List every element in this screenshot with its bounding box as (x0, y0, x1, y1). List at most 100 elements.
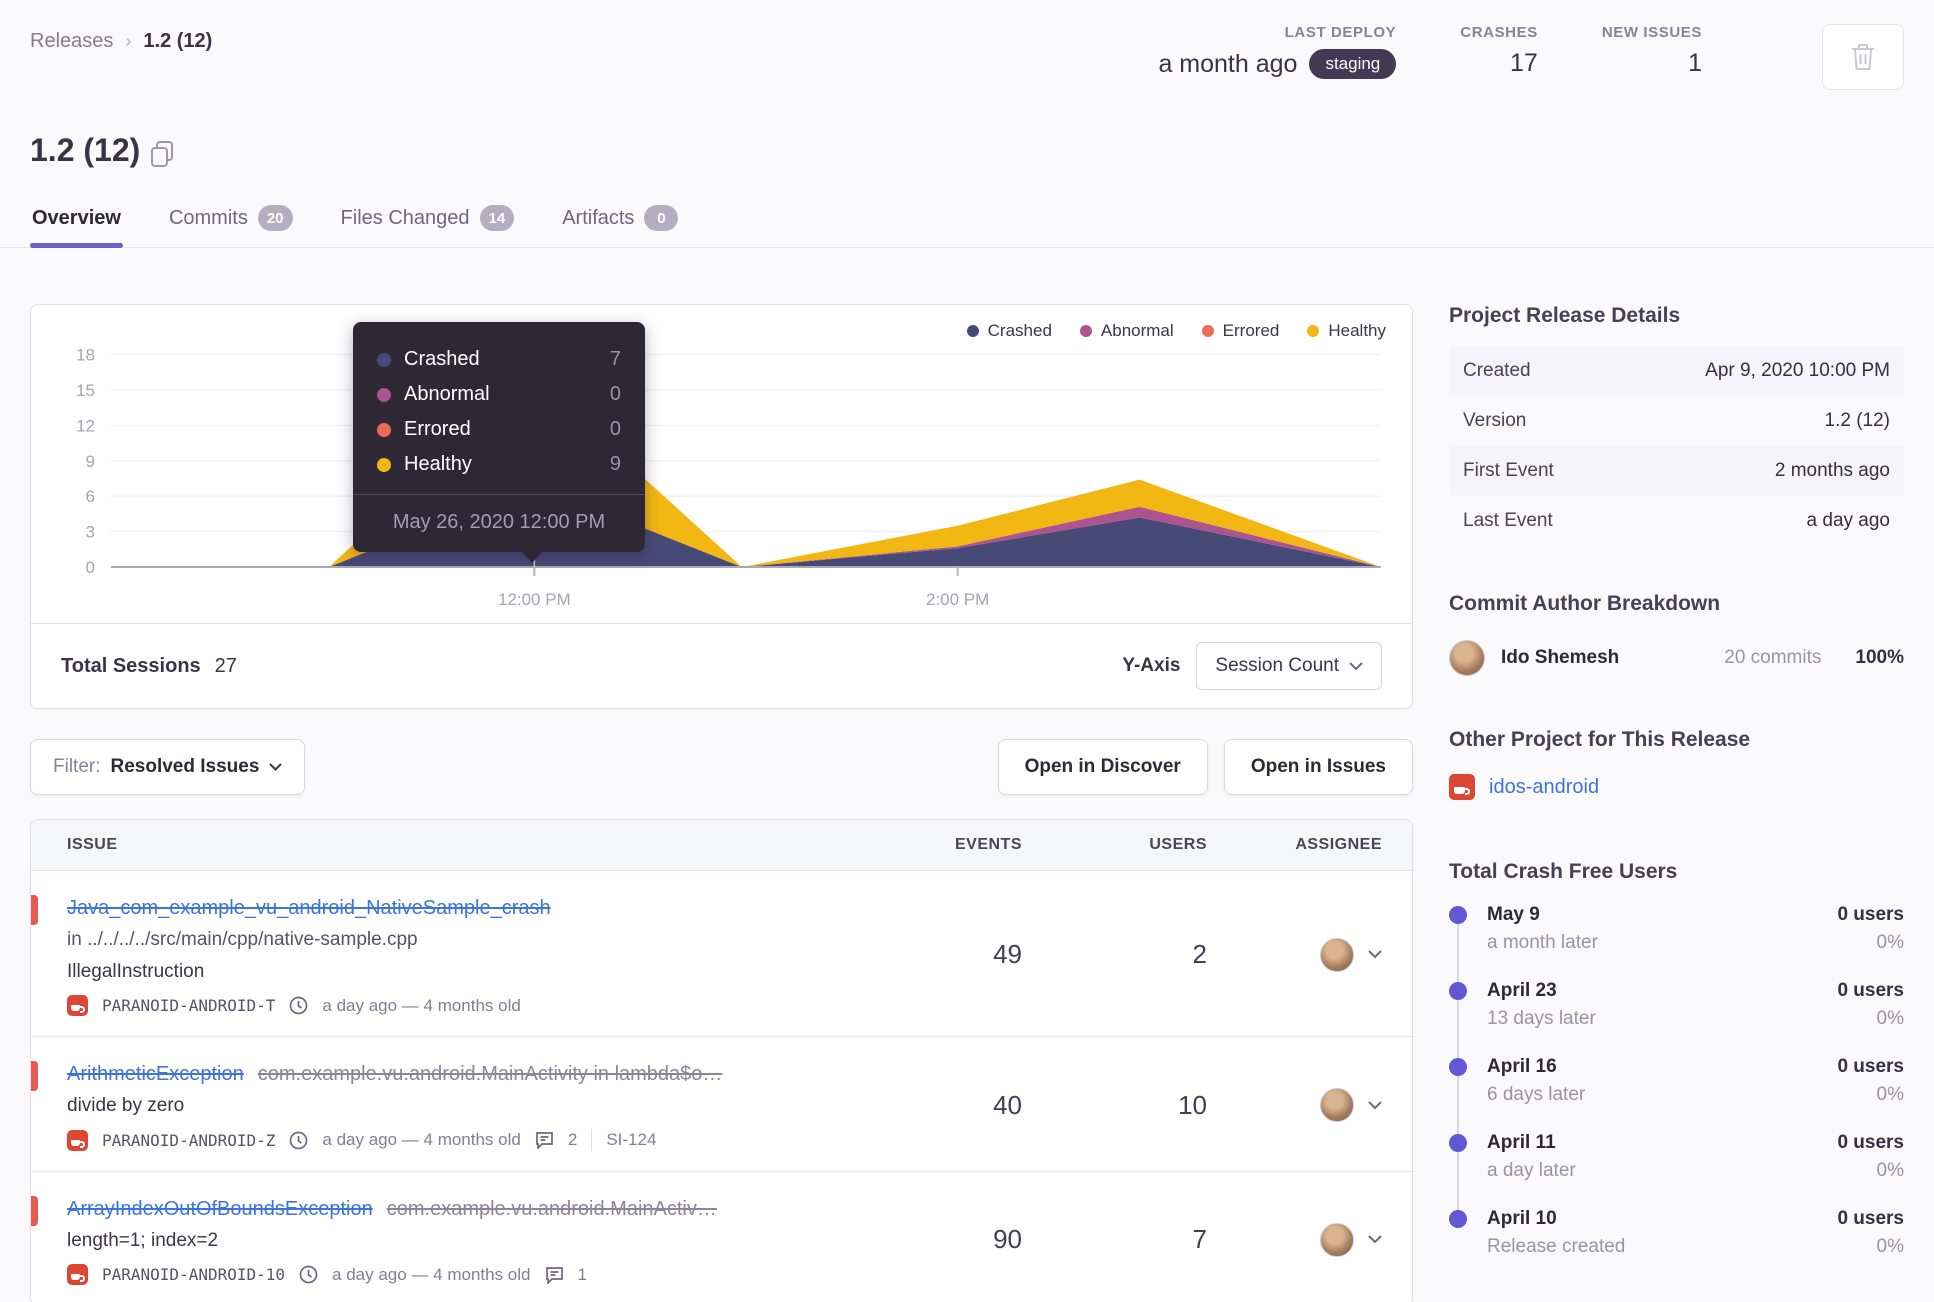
stat-crashes: CRASHES 17 (1460, 24, 1538, 78)
timeline-users: 0 users (1837, 1208, 1904, 1229)
issue-events-count: 90 (993, 1224, 1022, 1254)
timeline-date: April 11 (1487, 1132, 1556, 1153)
column-users: USERS (1149, 836, 1207, 853)
comments-count: 2 (567, 1130, 578, 1149)
issue-row: ArithmeticException com.example.vu.androi… (31, 1037, 1412, 1172)
last-deploy-value: a month ago (1158, 49, 1298, 78)
timeline-percent: 0% (1876, 1008, 1904, 1029)
issue-events-count: 40 (993, 1089, 1022, 1120)
assignee-dropdown-chevron-icon[interactable] (1368, 1100, 1382, 1110)
comments-count: 1 (577, 1264, 587, 1284)
assignee-avatar[interactable] (1320, 937, 1354, 972)
detail-label: First Event (1463, 460, 1554, 481)
tab-artifacts[interactable]: Artifacts 0 (560, 199, 680, 247)
assignee-avatar[interactable] (1320, 1088, 1354, 1122)
assignee-dropdown-chevron-icon[interactable] (1368, 1235, 1382, 1244)
chevron-down-icon (269, 763, 283, 771)
open-in-issues-button[interactable]: Open in Issues (1223, 739, 1413, 795)
tab-files-changed-count: 14 (479, 205, 515, 231)
legend-abnormal[interactable]: Abnormal (1079, 321, 1174, 341)
issue-message: length=1; index=2 (67, 1230, 219, 1251)
assignee-dropdown-chevron-icon[interactable] (1368, 950, 1382, 959)
open-in-discover-button[interactable]: Open in Discover (997, 739, 1208, 795)
detail-value: a day ago (1806, 510, 1890, 531)
legend-abnormal-label: Abnormal (1100, 321, 1174, 340)
issue-title-link[interactable]: Java_com_example_vu_android_NativeSample… (67, 897, 551, 919)
timeline-dot-icon (1449, 1058, 1467, 1076)
timeline-item: April 23 13 days later 0 users 0% (1449, 980, 1904, 1058)
issue-age: a day ago — 4 months old (322, 1130, 521, 1149)
chart-tooltip: Crashed 7 Abnormal 0 Errored 0 Healthy 9… (353, 322, 645, 563)
release-details-heading: Project Release Details (1449, 304, 1681, 327)
java-project-icon (67, 1264, 88, 1285)
last-deploy-label: LAST DEPLOY (1284, 24, 1397, 41)
author-commit-count: 20 commits (1724, 647, 1822, 668)
clock-icon (299, 1265, 318, 1284)
tooltip-abnormal-value: 0 (609, 383, 621, 405)
legend-errored[interactable]: Errored (1201, 321, 1279, 341)
detail-value: 1.2 (12) (1824, 410, 1890, 431)
author-avatar (1449, 640, 1485, 676)
timeline-date: April 23 (1487, 980, 1557, 1001)
svg-text:3: 3 (86, 523, 95, 542)
tooltip-row-healthy: Healthy 9 (377, 447, 621, 482)
timeline-item: April 11 a day later 0 users 0% (1449, 1132, 1904, 1210)
new-issues-value: 1 (1688, 49, 1702, 77)
tab-files-changed[interactable]: Files Changed 14 (339, 199, 517, 247)
timeline-users: 0 users (1837, 980, 1904, 1001)
y-axis-select[interactable]: Session Count (1196, 642, 1382, 690)
tab-overview-label: Overview (32, 206, 121, 229)
breadcrumb-releases-link[interactable]: Releases (30, 30, 113, 53)
timeline-percent: 0% (1876, 932, 1904, 953)
sessions-chart-svg[interactable]: 0 3 6 9 12 15 18 12:00 PM 2:00 PM (31, 305, 1412, 623)
column-assignee: ASSIGNEE (1295, 836, 1382, 853)
other-project-row: idos-android (1449, 774, 1904, 800)
clock-icon (289, 1131, 308, 1150)
timeline-percent: 0% (1876, 1160, 1904, 1181)
svg-text:6: 6 (86, 487, 95, 506)
svg-text:0: 0 (86, 558, 95, 577)
issue-culprit-inline: com.example.vu.android.MainActiv… (386, 1198, 717, 1220)
tooltip-errored-label: Errored (404, 418, 471, 440)
page-header: Releases › 1.2 (12) LAST DEPLOY a month … (30, 0, 1904, 90)
legend-healthy[interactable]: Healthy (1307, 321, 1386, 341)
release-tabs: Overview Commits 20 Files Changed 14 Art… (0, 199, 1934, 248)
sessions-chart-card: 0 3 6 9 12 15 18 12:00 PM 2:00 PM Crashed Abnorm… (30, 304, 1413, 709)
tooltip-errored-value: 0 (609, 418, 621, 440)
y-axis-selected-value: Session Count (1215, 655, 1339, 676)
release-stats: LAST DEPLOY a month ago staging CRASHES … (1158, 24, 1904, 90)
issue-title-link[interactable]: ArrayIndexOutOfBoundsException (67, 1198, 373, 1220)
filter-label: Filter: (53, 756, 101, 777)
issue-row: ArrayIndexOutOfBoundsException com.exampl… (31, 1172, 1412, 1302)
timeline-caption: a day later (1487, 1160, 1576, 1181)
svg-text:15: 15 (76, 381, 95, 400)
abnormal-dot-icon (377, 387, 391, 402)
java-project-icon (1449, 774, 1475, 800)
filter-selected-value: Resolved Issues (110, 756, 260, 777)
breadcrumb-chevron-icon: › (125, 31, 132, 51)
detail-value: 2 months ago (1774, 460, 1890, 481)
issue-title-link[interactable]: ArithmeticException (67, 1063, 244, 1085)
errored-dot-icon (377, 422, 391, 437)
error-level-indicator (31, 895, 38, 925)
tab-commits[interactable]: Commits 20 (167, 199, 295, 247)
project-slug: PARANOID-ANDROID-T (102, 996, 276, 1015)
healthy-dot-icon (377, 457, 391, 472)
issue-users-count: 7 (1192, 1224, 1207, 1254)
assignee-avatar[interactable] (1320, 1222, 1354, 1257)
crashed-dot-icon (377, 352, 391, 367)
delete-release-button[interactable] (1822, 24, 1904, 90)
tab-artifacts-label: Artifacts (562, 206, 635, 229)
filter-dropdown[interactable]: Filter: Resolved Issues (30, 739, 306, 795)
stat-last-deploy: LAST DEPLOY a month ago staging (1158, 24, 1397, 79)
timeline-users: 0 users (1837, 1056, 1904, 1077)
other-project-link[interactable]: idos-android (1489, 776, 1599, 799)
timeline-dot-icon (1449, 982, 1467, 1000)
commit-author-row: Ido Shemesh 20 commits 100% (1449, 640, 1904, 676)
copy-version-icon[interactable] (151, 140, 174, 167)
tab-overview[interactable]: Overview (30, 199, 123, 248)
crashed-dot-icon (966, 325, 979, 337)
detail-value: Apr 9, 2020 10:00 PM (1705, 360, 1890, 381)
tooltip-date: May 26, 2020 12:00 PM (353, 494, 645, 552)
legend-crashed[interactable]: Crashed (966, 321, 1052, 341)
